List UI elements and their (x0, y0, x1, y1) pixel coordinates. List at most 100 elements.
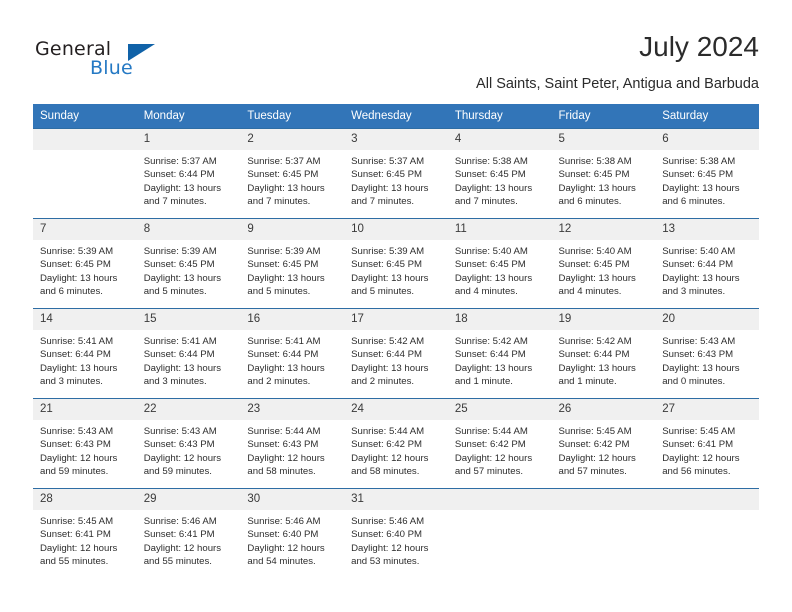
sunset-text: Sunset: 6:45 PM (558, 169, 630, 181)
sunset-text: Sunset: 6:44 PM (351, 349, 423, 361)
weekday-header-wednesday: Wednesday (344, 104, 448, 129)
daylight-text-cont: and 58 minutes. (247, 465, 316, 477)
daylight-text-cont: and 4 minutes. (558, 285, 622, 297)
daylight-text-cont: and 59 minutes. (40, 465, 109, 477)
calendar-day-cell[interactable]: 4 Sunrise: 5:38 AM Sunset: 6:45 PM Daylight… (447, 128, 552, 219)
day-details: Sunrise: 5:37 AM Sunset: 6:45 PM Daylight:… (344, 150, 448, 208)
calendar-day-cell[interactable]: 1 Sunrise: 5:37 AM Sunset: 6:44 PM Daylight… (136, 128, 241, 219)
calendar-day-cell[interactable]: 21 Sunrise: 5:43 AM Sunset: 6:43 PM Dayligh… (33, 398, 137, 489)
sunrise-text: Sunrise: 5:40 AM (454, 246, 528, 257)
calendar-day-cell[interactable]: 28 Sunrise: 5:45 AM Sunset: 6:41 PM Dayligh… (33, 488, 137, 578)
daylight-text-cont: and 2 minutes. (351, 375, 415, 387)
weekday-header-monday: Monday (136, 104, 241, 129)
day-number: 7 (33, 219, 137, 240)
day-details: Sunrise: 5:46 AM Sunset: 6:40 PM Daylight:… (240, 510, 344, 568)
daylight-text-cont: and 7 minutes. (454, 195, 518, 207)
calendar-day-cell[interactable]: 8 Sunrise: 5:39 AM Sunset: 6:45 PM Daylight… (136, 218, 241, 309)
day-details: Sunrise: 5:41 AM Sunset: 6:44 PM Daylight:… (240, 330, 344, 388)
calendar-day-cell[interactable]: 25 Sunrise: 5:44 AM Sunset: 6:42 PM Dayligh… (447, 398, 552, 489)
daylight-text-cont: and 2 minutes. (247, 375, 311, 387)
calendar-day-cell[interactable]: 16 Sunrise: 5:41 AM Sunset: 6:44 PM Dayligh… (240, 308, 345, 399)
sunset-text: Sunset: 6:42 PM (454, 439, 526, 451)
calendar-day-cell[interactable]: 31 Sunrise: 5:46 AM Sunset: 6:40 PM Dayligh… (344, 488, 448, 578)
calendar-day-cell[interactable]: 2 Sunrise: 5:37 AM Sunset: 6:45 PM Daylight… (240, 128, 345, 219)
daylight-text: Daylight: 13 hours (351, 272, 429, 284)
calendar-day-cell[interactable]: 13 Sunrise: 5:40 AM Sunset: 6:44 PM Dayligh… (655, 218, 759, 309)
sunset-text: Sunset: 6:44 PM (558, 349, 630, 361)
day-number: 20 (655, 309, 759, 330)
calendar-week-row: 7 Sunrise: 5:39 AM Sunset: 6:45 PM Daylight… (33, 218, 759, 309)
daylight-text: Daylight: 12 hours (143, 452, 222, 464)
calendar-day-cell[interactable]: 19 Sunrise: 5:42 AM Sunset: 6:44 PM Dayligh… (551, 308, 656, 399)
calendar-day-cell[interactable]: 12 Sunrise: 5:40 AM Sunset: 6:45 PM Dayligh… (551, 218, 656, 309)
day-number (447, 489, 552, 510)
calendar-day-cell[interactable]: 18 Sunrise: 5:42 AM Sunset: 6:44 PM Dayligh… (447, 308, 552, 399)
daylight-text: Daylight: 12 hours (351, 452, 429, 464)
daylight-text-cont: and 5 minutes. (143, 285, 207, 297)
calendar-day-cell[interactable]: 17 Sunrise: 5:42 AM Sunset: 6:44 PM Dayligh… (344, 308, 448, 399)
calendar-day-cell[interactable]: 15 Sunrise: 5:41 AM Sunset: 6:44 PM Dayligh… (136, 308, 241, 399)
sunrise-text: Sunrise: 5:38 AM (662, 156, 736, 167)
day-details: Sunrise: 5:38 AM Sunset: 6:45 PM Daylight:… (448, 150, 552, 208)
sunset-text: Sunset: 6:40 PM (351, 529, 423, 541)
calendar-empty-cell (33, 128, 137, 219)
calendar-day-cell[interactable]: 3 Sunrise: 5:37 AM Sunset: 6:45 PM Daylight… (344, 128, 448, 219)
daylight-text: Daylight: 13 hours (40, 272, 118, 284)
day-number: 28 (33, 489, 137, 510)
sunset-text: Sunset: 6:43 PM (143, 439, 215, 451)
day-details: Sunrise: 5:44 AM Sunset: 6:42 PM Daylight:… (344, 420, 448, 478)
sunset-text: Sunset: 6:45 PM (143, 259, 215, 271)
day-number: 17 (344, 309, 448, 330)
calendar-day-cell[interactable]: 9 Sunrise: 5:39 AM Sunset: 6:45 PM Daylight… (240, 218, 345, 309)
day-details: Sunrise: 5:39 AM Sunset: 6:45 PM Daylight:… (137, 240, 241, 298)
calendar-day-cell[interactable]: 20 Sunrise: 5:43 AM Sunset: 6:43 PM Dayligh… (655, 308, 759, 399)
day-number: 5 (551, 129, 656, 150)
calendar-day-cell[interactable]: 10 Sunrise: 5:39 AM Sunset: 6:45 PM Dayligh… (344, 218, 448, 309)
calendar-day-cell[interactable]: 14 Sunrise: 5:41 AM Sunset: 6:44 PM Dayligh… (33, 308, 137, 399)
calendar-day-cell[interactable]: 23 Sunrise: 5:44 AM Sunset: 6:43 PM Dayligh… (240, 398, 345, 489)
page-subtitle: All Saints, Saint Peter, Antigua and Bar… (476, 76, 759, 92)
daylight-text-cont: and 5 minutes. (351, 285, 415, 297)
day-details: Sunrise: 5:44 AM Sunset: 6:42 PM Daylight:… (448, 420, 552, 478)
calendar-day-cell[interactable]: 22 Sunrise: 5:43 AM Sunset: 6:43 PM Dayligh… (136, 398, 241, 489)
day-details: Sunrise: 5:37 AM Sunset: 6:44 PM Daylight:… (137, 150, 241, 208)
day-details: Sunrise: 5:38 AM Sunset: 6:45 PM Daylight:… (552, 150, 656, 208)
daylight-text: Daylight: 12 hours (247, 452, 325, 464)
daylight-text-cont: and 3 minutes. (40, 375, 103, 387)
calendar-day-cell[interactable]: 27 Sunrise: 5:45 AM Sunset: 6:41 PM Dayligh… (655, 398, 759, 489)
calendar-day-cell[interactable]: 11 Sunrise: 5:40 AM Sunset: 6:45 PM Dayligh… (447, 218, 552, 309)
calendar-day-cell[interactable]: 29 Sunrise: 5:46 AM Sunset: 6:41 PM Dayligh… (136, 488, 241, 578)
sunset-text: Sunset: 6:45 PM (247, 259, 319, 271)
sunset-text: Sunset: 6:41 PM (40, 529, 111, 541)
calendar-day-cell[interactable]: 24 Sunrise: 5:44 AM Sunset: 6:42 PM Dayligh… (344, 398, 448, 489)
day-number: 1 (136, 129, 241, 150)
day-number: 26 (551, 399, 656, 420)
day-number (655, 489, 759, 510)
daylight-text: Daylight: 12 hours (40, 452, 118, 464)
day-details: Sunrise: 5:42 AM Sunset: 6:44 PM Daylight:… (344, 330, 448, 388)
daylight-text: Daylight: 12 hours (558, 452, 636, 464)
calendar-day-cell[interactable]: 30 Sunrise: 5:46 AM Sunset: 6:40 PM Dayligh… (240, 488, 345, 578)
sunset-text: Sunset: 6:44 PM (143, 169, 215, 181)
page-header: General Blue July 2024 All Saints, Saint… (33, 30, 759, 92)
sunrise-text: Sunrise: 5:44 AM (351, 426, 425, 437)
sunset-text: Sunset: 6:41 PM (143, 529, 215, 541)
calendar-day-cell[interactable]: 7 Sunrise: 5:39 AM Sunset: 6:45 PM Daylight… (33, 218, 137, 309)
day-number: 24 (344, 399, 448, 420)
calendar-day-cell[interactable]: 6 Sunrise: 5:38 AM Sunset: 6:45 PM Daylight… (655, 128, 759, 219)
daylight-text-cont: and 7 minutes. (351, 195, 415, 207)
daylight-text: Daylight: 12 hours (40, 542, 118, 554)
calendar-day-cell[interactable]: 5 Sunrise: 5:38 AM Sunset: 6:45 PM Daylight… (551, 128, 656, 219)
daylight-text-cont: and 0 minutes. (662, 375, 726, 387)
sunset-text: Sunset: 6:40 PM (247, 529, 319, 541)
sunset-text: Sunset: 6:45 PM (247, 169, 319, 181)
sunset-text: Sunset: 6:45 PM (558, 259, 630, 271)
daylight-text-cont: and 55 minutes. (40, 555, 109, 567)
logo-text-blue: Blue (90, 57, 133, 79)
sunrise-text: Sunrise: 5:46 AM (143, 516, 217, 527)
sunrise-text: Sunrise: 5:39 AM (247, 246, 321, 257)
daylight-text-cont: and 1 minute. (558, 375, 617, 387)
calendar-day-cell[interactable]: 26 Sunrise: 5:45 AM Sunset: 6:42 PM Dayligh… (551, 398, 656, 489)
day-number: 29 (136, 489, 241, 510)
calendar-empty-cell (655, 488, 759, 578)
